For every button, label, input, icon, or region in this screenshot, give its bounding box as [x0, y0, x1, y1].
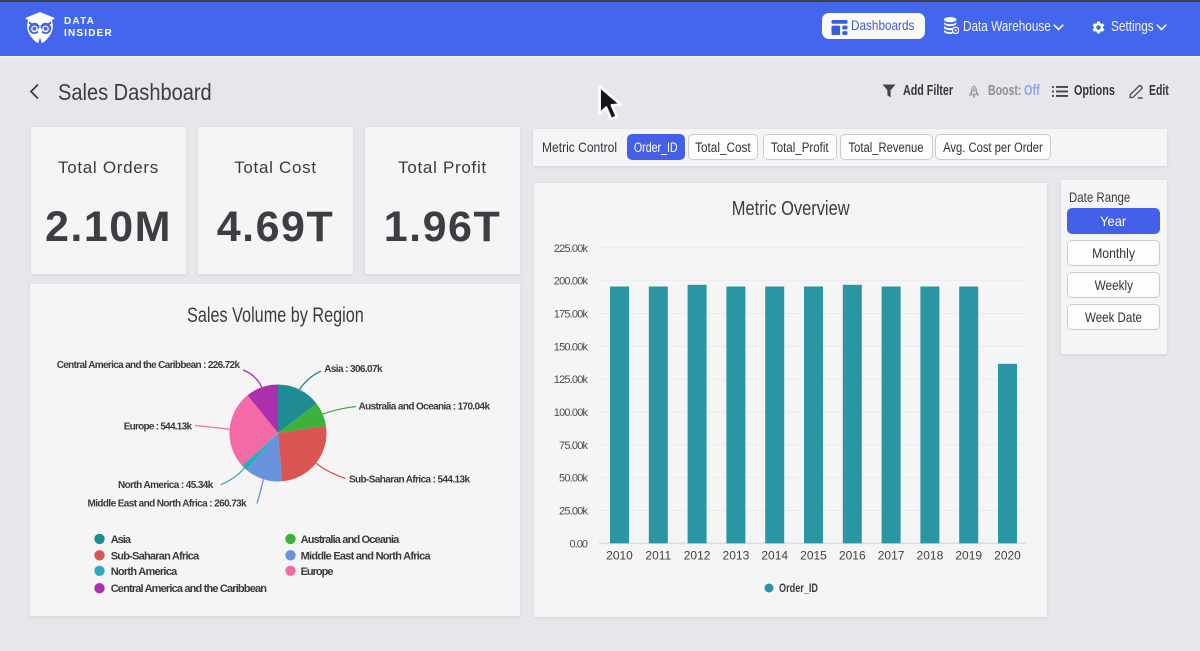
svg-text:25.00k: 25.00k: [559, 506, 589, 518]
svg-text:Australia and Oceania: Australia and Oceania: [301, 534, 401, 546]
svg-text:North America : 45.34k: North America : 45.34k: [118, 480, 214, 491]
svg-text:Europe : 544.13k: Europe : 544.13k: [124, 422, 193, 433]
svg-text:Order_ID: Order_ID: [779, 581, 818, 595]
svg-text:Europe: Europe: [301, 566, 334, 578]
svg-text:North America: North America: [111, 566, 178, 578]
svg-text:Asia : 306.07k: Asia : 306.07k: [324, 364, 383, 375]
svg-text:2011: 2011: [645, 548, 671, 562]
svg-text:Australia and Oceania : 170.04: Australia and Oceania : 170.04k: [359, 402, 491, 413]
svg-text:50.00k: 50.00k: [559, 473, 589, 485]
svg-text:Asia: Asia: [111, 534, 132, 546]
svg-text:Middle East and North Africa :: Middle East and North Africa : 260.73k: [88, 499, 248, 510]
svg-text:Sub-Saharan Africa: Sub-Saharan Africa: [111, 550, 200, 562]
svg-text:150.00k: 150.00k: [554, 341, 589, 353]
svg-text:Central America and the Caribb: Central America and the Caribbean: [111, 583, 268, 595]
svg-text:2018: 2018: [917, 548, 944, 562]
svg-text:2019: 2019: [955, 548, 982, 562]
svg-text:0.00: 0.00: [570, 538, 589, 550]
svg-text:200.00k: 200.00k: [554, 276, 589, 288]
svg-text:2020: 2020: [994, 548, 1021, 562]
svg-text:2015: 2015: [800, 548, 827, 562]
svg-text:2010: 2010: [606, 548, 633, 562]
svg-text:Central America and the Caribb: Central America and the Caribbean : 226.…: [57, 360, 241, 371]
svg-text:Sub-Saharan Africa : 544.13k: Sub-Saharan Africa : 544.13k: [349, 474, 470, 485]
svg-text:225.00k: 225.00k: [554, 243, 589, 255]
svg-text:100.00k: 100.00k: [554, 407, 589, 419]
svg-text:Middle East and North Africa: Middle East and North Africa: [301, 550, 432, 562]
svg-text:2014: 2014: [761, 548, 788, 562]
svg-text:75.00k: 75.00k: [559, 440, 589, 452]
svg-text:2016: 2016: [839, 548, 866, 562]
svg-text:2017: 2017: [878, 548, 905, 562]
svg-text:175.00k: 175.00k: [554, 309, 589, 321]
svg-text:2012: 2012: [684, 548, 711, 562]
svg-text:125.00k: 125.00k: [554, 374, 589, 386]
svg-text:2013: 2013: [723, 548, 750, 562]
